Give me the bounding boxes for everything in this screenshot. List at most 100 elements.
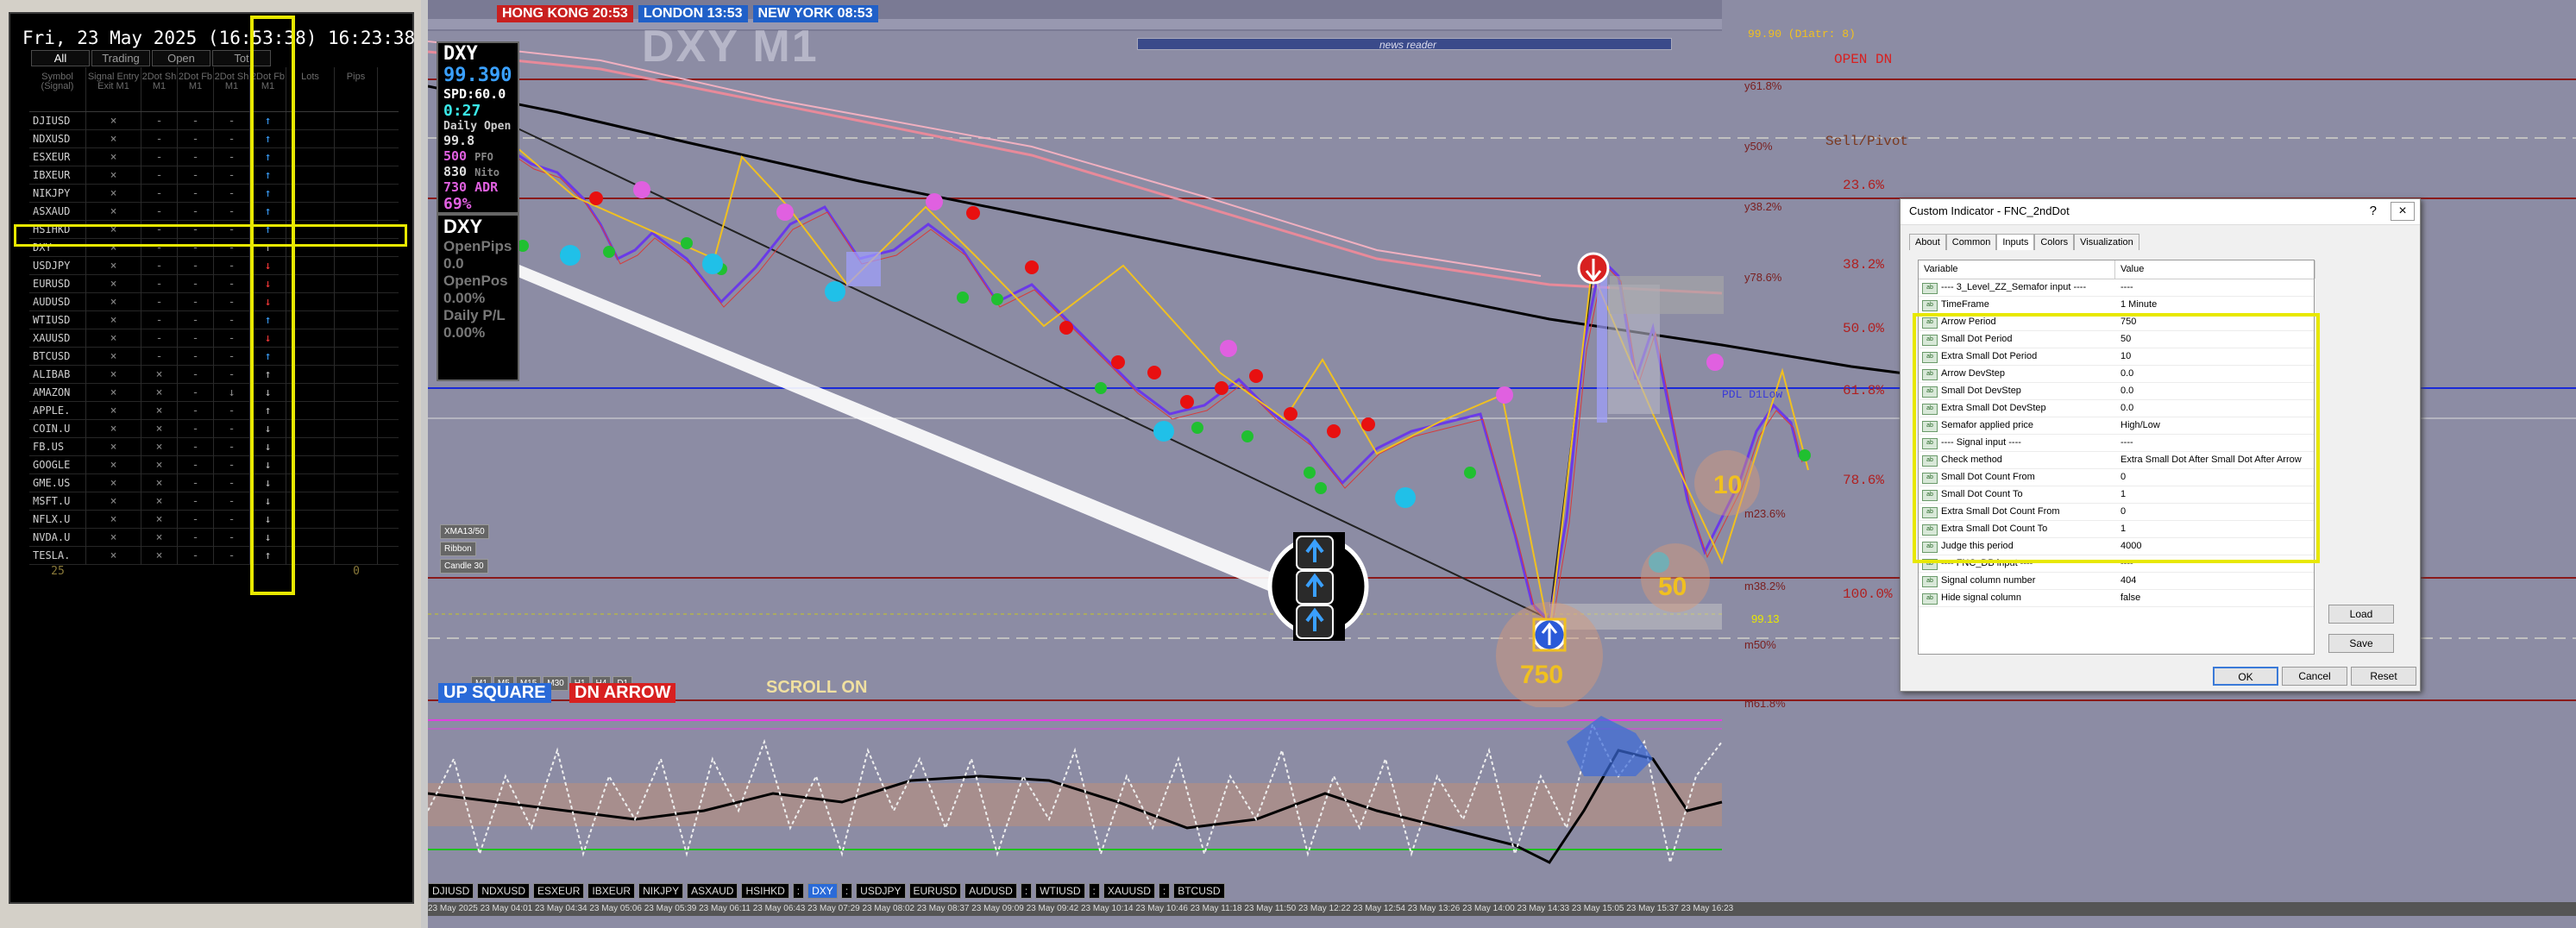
parameter-value[interactable]: 404	[2115, 573, 2315, 589]
parameter-value[interactable]: false	[2115, 590, 2315, 606]
symbol-tab[interactable]: EURUSD	[908, 883, 962, 899]
load-button[interactable]: Load	[2328, 605, 2394, 624]
dialog-titlebar: Custom Indicator - FNC_2ndDot ? ×	[1901, 199, 2420, 225]
table-row[interactable]: NDXUSD × - - - ↑	[29, 130, 399, 148]
parameter-row[interactable]: ---- 3_Level_ZZ_Semafor input --------	[1919, 279, 2314, 297]
ok-button[interactable]: OK	[2213, 667, 2278, 686]
cancel-button[interactable]: Cancel	[2282, 667, 2347, 686]
ribbon-button[interactable]: Ribbon	[440, 542, 476, 556]
table-row[interactable]: APPLE. × × - - ↑	[29, 402, 399, 420]
tab-all[interactable]: All	[31, 50, 90, 66]
tab-inputs[interactable]: Inputs	[1996, 234, 2035, 250]
symbol-tab[interactable]: IBXEUR	[587, 883, 636, 899]
table-row[interactable]: GME.US × × - - ↓	[29, 474, 399, 492]
row-symbol: WTIUSD	[29, 311, 86, 329]
table-row[interactable]: IBXEUR × - - - ↑	[29, 166, 399, 185]
save-button[interactable]: Save	[2328, 634, 2394, 653]
symbol-tab[interactable]: :	[1158, 883, 1171, 899]
table-row[interactable]: BTCUSD × - - - ↑	[29, 348, 399, 366]
parameter-row[interactable]: Signal column number404	[1919, 573, 2314, 590]
table-row[interactable]: NIKJPY × - - - ↑	[29, 185, 399, 203]
close-icon[interactable]: ×	[2391, 202, 2415, 221]
symbol-tab[interactable]: USDJPY	[856, 883, 906, 899]
parameter-value[interactable]: ----	[2115, 279, 2315, 296]
row-symbol: GME.US	[29, 474, 86, 492]
symbol-tab[interactable]: :	[1088, 883, 1100, 899]
table-row[interactable]: ESXEUR × - - - ↑	[29, 148, 399, 166]
row-pips	[335, 420, 378, 438]
row-symbol: DJIUSD	[29, 112, 86, 130]
tab-open[interactable]: Open	[152, 50, 210, 66]
info-open-value: 99.8	[443, 133, 475, 148]
symbol-tab[interactable]: NIKJPY	[638, 883, 684, 899]
row-2dot-sh: ×	[141, 366, 178, 384]
symbol-tab[interactable]: DXY	[807, 883, 838, 899]
tab-trading[interactable]: Trading	[91, 50, 150, 66]
candle-button[interactable]: Candle 30	[440, 559, 488, 574]
dashboard-clock: Fri, 23 May 2025 (16:53:38) 16:23:38	[22, 28, 416, 48]
tab-visualization[interactable]: Visualization	[2074, 234, 2139, 250]
table-row[interactable]: TESLA. × × - - ↑	[29, 547, 399, 565]
table-row[interactable]: DJIUSD × - - - ↑	[29, 112, 399, 130]
row-2dot-sh: ×	[141, 511, 178, 529]
m382-label: m38.2%	[1744, 580, 1786, 593]
row-signal: ×	[86, 348, 141, 366]
xma-button[interactable]: XMA13/50	[440, 524, 489, 539]
time-axis: 23 May 2025 23 May 04:01 23 May 04:34 23…	[428, 902, 2576, 916]
symbol-tab[interactable]: NDXUSD	[477, 883, 531, 899]
symbol-tab[interactable]: :	[1020, 883, 1033, 899]
table-row[interactable]: NFLX.U × × - - ↓	[29, 511, 399, 529]
symbol-tab[interactable]: WTIUSD	[1035, 883, 1085, 899]
up-square-button[interactable]: UP SQUARE	[438, 683, 551, 703]
row-2dot-fb: -	[178, 185, 214, 203]
symbol-tab[interactable]: ESXEUR	[533, 883, 585, 899]
symbol-tab[interactable]: :	[792, 883, 805, 899]
parameter-value[interactable]: 1 Minute	[2115, 297, 2315, 313]
fib-382-label: 38.2%	[1843, 257, 1885, 273]
row-2dot-fb: -	[178, 511, 214, 529]
symbol-tab[interactable]: XAUUSD	[1103, 883, 1155, 899]
row-2dot-sh: -	[141, 257, 178, 275]
table-row[interactable]: USDJPY × - - - ↓	[29, 257, 399, 275]
price-9913-label: 99.13	[1751, 612, 1780, 625]
table-row[interactable]: ASXAUD × - - - ↑	[29, 203, 399, 221]
table-row[interactable]: COIN.U × × - - ↓	[29, 420, 399, 438]
parameter-row[interactable]: TimeFrame1 Minute	[1919, 297, 2314, 314]
table-row[interactable]: ALIBAB × × - - ↑	[29, 366, 399, 384]
dashboard-panel: Fri, 23 May 2025 (16:53:38) 16:23:38 All…	[9, 12, 416, 904]
row-pips	[335, 148, 378, 166]
help-icon[interactable]: ?	[2370, 204, 2377, 218]
table-row[interactable]: AUDUSD × - - - ↓	[29, 293, 399, 311]
symbol-tab[interactable]: HSIHKD	[741, 883, 789, 899]
table-row[interactable]: GOOGLE × × - - ↓	[29, 456, 399, 474]
tab-about[interactable]: About	[1909, 234, 1946, 250]
scroll-toggle[interactable]: SCROLL ON	[761, 678, 872, 698]
dn-arrow-button[interactable]: DN ARROW	[569, 683, 676, 703]
table-row[interactable]: WTIUSD × - - - ↑	[29, 311, 399, 329]
tab-common[interactable]: Common	[1945, 234, 1997, 250]
table-row[interactable]: EURUSD × - - - ↓	[29, 275, 399, 293]
symbol-bar: DJIUSD NDXUSD ESXEUR IBXEUR NIKJPY ASXAUD HSIH…	[428, 883, 1225, 899]
symbol-tab[interactable]: DJIUSD	[428, 883, 474, 899]
pos-daily-pl-label: Daily P/L	[443, 307, 506, 323]
news-reader-bar[interactable]: news reader	[1137, 38, 1672, 51]
reset-button[interactable]: Reset	[2351, 667, 2416, 686]
row-signal: ×	[86, 474, 141, 492]
table-row[interactable]: NVDA.U × × - - ↓	[29, 529, 399, 547]
symbol-tab[interactable]: ASXAUD	[687, 883, 738, 899]
symbol-tab[interactable]: :	[840, 883, 853, 899]
table-row[interactable]: FB.US × × - - ↓	[29, 438, 399, 456]
symbol-tab[interactable]: AUDUSD	[964, 883, 1017, 899]
row-signal: ×	[86, 311, 141, 329]
row-pips	[335, 311, 378, 329]
table-row[interactable]: MSFT.U × × - - ↓	[29, 492, 399, 511]
parameter-row[interactable]: Hide signal columnfalse	[1919, 590, 2314, 607]
tab-colors[interactable]: Colors	[2034, 234, 2075, 250]
row-2dot-fb: -	[178, 384, 214, 402]
table-row[interactable]: XAUUSD × - - - ↓	[29, 329, 399, 348]
row-2dot-sh-b: -	[214, 348, 250, 366]
parameter-name: ---- 3_Level_ZZ_Semafor input ----	[1919, 279, 2115, 296]
symbol-tab[interactable]: BTCUSD	[1173, 883, 1225, 899]
table-row[interactable]: AMAZON × × - ↓ ↓	[29, 384, 399, 402]
row-2dot-fb: -	[178, 366, 214, 384]
